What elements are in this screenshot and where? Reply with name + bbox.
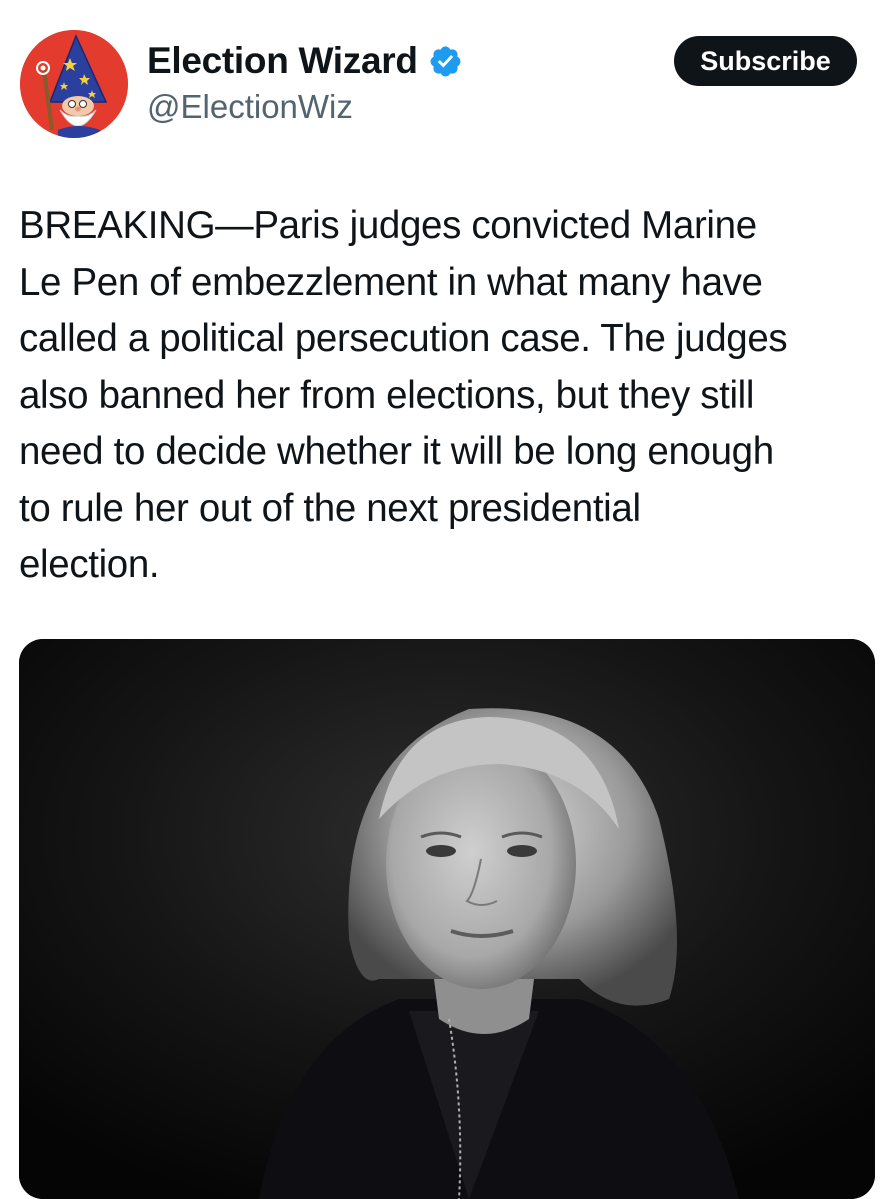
verified-badge-icon[interactable]: [428, 44, 463, 79]
tweet-media-photo[interactable]: [19, 639, 875, 1199]
author-display-name[interactable]: Election Wizard: [147, 38, 418, 84]
wizard-avatar-icon: [20, 30, 128, 138]
author-avatar[interactable]: [20, 30, 128, 138]
tweet-text: BREAKING—Paris judges convicted Marine L…: [19, 204, 788, 586]
author-handle[interactable]: @ElectionWiz: [147, 86, 353, 128]
portrait-photo: [19, 639, 875, 1199]
subscribe-button[interactable]: Subscribe: [674, 36, 857, 86]
author-name-row: Election Wizard: [147, 38, 463, 84]
